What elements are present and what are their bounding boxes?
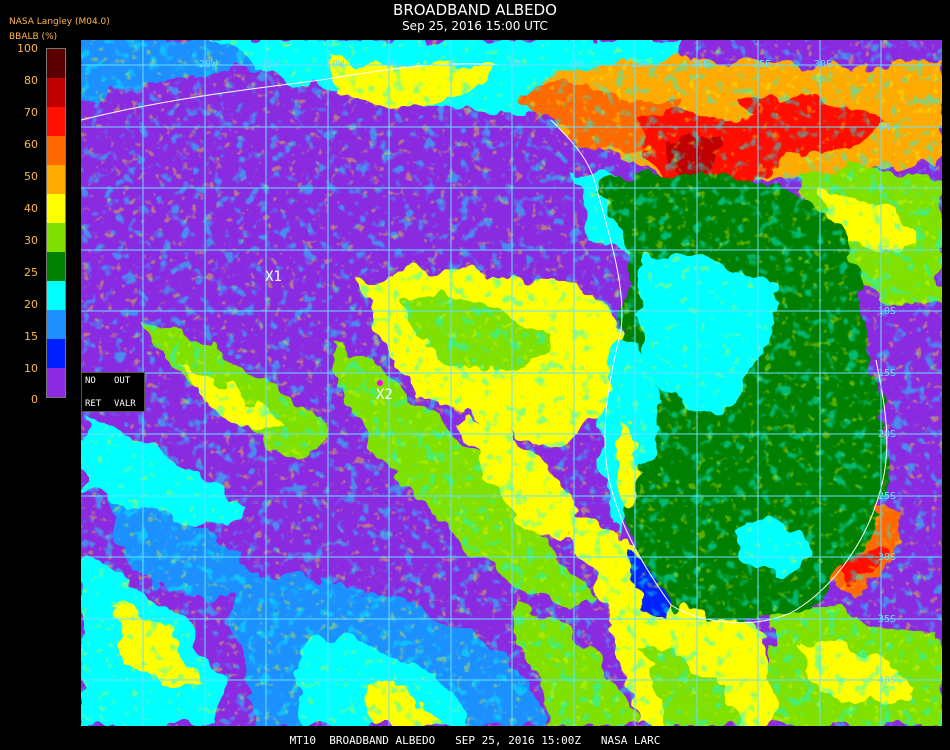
lon-label: 20W (199, 59, 218, 70)
legend-swatch (47, 281, 65, 310)
info-ret: RET (85, 399, 102, 409)
header: BROADBAND ALBEDO Sep 25, 2016 15:00 UTC (0, 0, 950, 33)
info-no: NO (85, 376, 96, 386)
legend-tick: 40 (24, 202, 38, 215)
info-valr: VALR (114, 399, 136, 409)
lat-label: 40S (878, 675, 896, 686)
legend-tick: 60 (24, 138, 38, 151)
lat-label: 35S (878, 614, 896, 625)
lat-label: 5N (878, 122, 890, 133)
legend-tick: 80 (24, 74, 38, 87)
lat-label: 0 (878, 183, 884, 194)
legend-tick: 30 (24, 234, 38, 247)
lon-label: 25E (753, 59, 771, 70)
legend-title: BBALB (%) (9, 32, 58, 42)
legend-swatch (47, 310, 65, 339)
legend-color-bar (46, 48, 66, 398)
legend-swatch (47, 136, 65, 165)
marker-x2-dot (377, 380, 383, 386)
lat-label: 25S (878, 491, 896, 502)
lon-label: 15W (261, 59, 280, 70)
legend-tick: 50 (24, 170, 38, 183)
legend-tick: 100 (17, 42, 38, 55)
legend-tick: 20 (24, 298, 38, 311)
lon-label: 30E (814, 59, 832, 70)
page-subtitle: Sep 25, 2016 15:00 UTC (402, 19, 548, 33)
lon-label: 5E (509, 59, 521, 70)
footer-caption: MT10 BROADBAND ALBEDO SEP 25, 2016 15:00… (289, 734, 661, 747)
lon-label: 0 (448, 59, 454, 70)
legend-swatch (47, 78, 65, 107)
page-title: BROADBAND ALBEDO (393, 1, 557, 19)
albedo-map[interactable]: 20W 15W 10W 5W 0 5E 10E 15E 20E 25E 30E … (81, 40, 942, 726)
source-label: NASA Langley (M04.0) (9, 17, 110, 27)
lat-label: 10S (878, 306, 896, 317)
lon-label: 5W (386, 59, 399, 70)
albedo-map-page: BROADBAND ALBEDO Sep 25, 2016 15:00 UTC … (0, 0, 950, 750)
legend-swatch (47, 194, 65, 223)
legend-swatch (47, 165, 65, 194)
legend-swatch (47, 49, 65, 78)
lat-label: 15S (878, 368, 896, 379)
info-box: NO OUT RET VALR (81, 372, 145, 412)
lat-label: 30S (878, 552, 896, 563)
legend-tick: 15 (24, 330, 38, 343)
lon-label: 15E (630, 59, 648, 70)
lat-label: 20S (878, 429, 896, 440)
legend-swatch (47, 223, 65, 252)
legend-swatch (47, 339, 65, 368)
legend-swatch (47, 252, 65, 281)
legend-tick: 0 (31, 393, 38, 406)
legend-tick: 10 (24, 362, 38, 375)
legend-tick: 70 (24, 106, 38, 119)
legend-swatch (47, 107, 65, 136)
lat-label: 5S (878, 245, 890, 256)
info-out: OUT (114, 376, 131, 386)
lon-label: 20E (691, 59, 709, 70)
legend-swatch (47, 368, 65, 397)
lon-label: 10W (326, 59, 345, 70)
marker-x2-label[interactable]: X2 (376, 387, 393, 403)
albedo-map-image: 20W 15W 10W 5W 0 5E 10E 15E 20E 25E 30E … (81, 40, 942, 726)
marker-x1-label[interactable]: X1 (265, 269, 282, 285)
lon-label: 10E (568, 59, 586, 70)
legend-tick: 25 (24, 266, 38, 279)
